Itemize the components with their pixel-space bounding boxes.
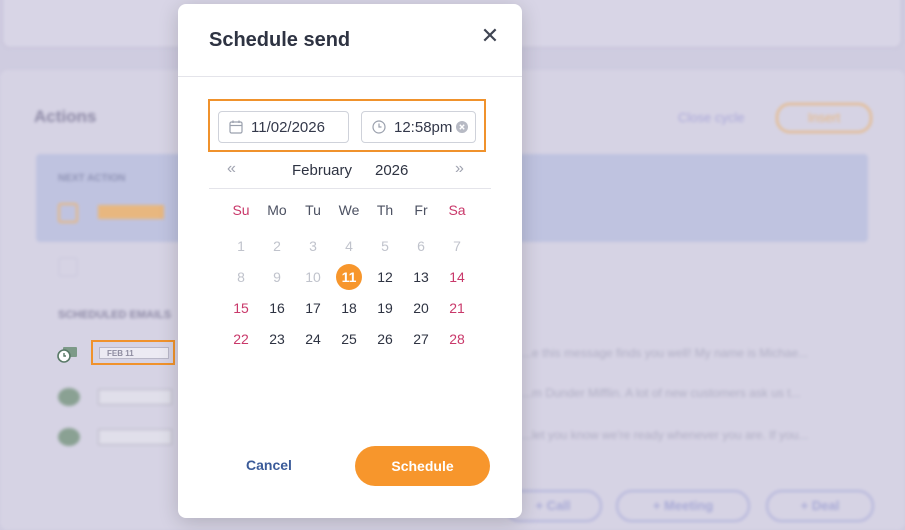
- calendar-day: 5: [381, 238, 389, 254]
- next-month-icon[interactable]: »: [455, 160, 464, 178]
- next-action-checkbox[interactable]: [58, 203, 78, 223]
- add-meeting-button[interactable]: + Meeting: [616, 490, 750, 522]
- calendar-day[interactable]: 18: [336, 295, 362, 321]
- time-value: 12:58pm: [394, 118, 453, 136]
- scheduled-clock-icon: [57, 345, 79, 368]
- clock-icon: [372, 120, 386, 134]
- weekday-label: Fr: [414, 202, 428, 218]
- next-action-label: NEXT ACTION: [58, 173, 126, 184]
- email-snippet[interactable]: ...let you know we're ready whenever you…: [522, 428, 808, 442]
- calendar-day: 10: [305, 269, 321, 285]
- scheduled-email-tag: [98, 389, 172, 405]
- calendar-day: 8: [237, 269, 245, 285]
- calendar-day[interactable]: 12: [372, 264, 398, 290]
- weekday-label: Sa: [448, 202, 466, 218]
- calendar-day[interactable]: 13: [408, 264, 434, 290]
- email-snippet[interactable]: ...e this message finds you well! My nam…: [522, 346, 808, 360]
- email-snippet[interactable]: ...m Dunder Mifflin. A lot of new custom…: [522, 386, 801, 400]
- scheduled-email-icon: [58, 388, 80, 406]
- calendar-day: 9: [273, 269, 281, 285]
- calendar-day: 6: [417, 238, 425, 254]
- time-field[interactable]: 12:58pm: [361, 111, 476, 143]
- calendar-day[interactable]: 24: [300, 326, 326, 352]
- calendar-day[interactable]: 22: [228, 326, 254, 352]
- clear-icon[interactable]: [456, 121, 469, 133]
- dialog-title: Schedule send: [209, 29, 351, 51]
- prev-month-icon[interactable]: «: [227, 160, 236, 178]
- weekday-label: Su: [232, 202, 250, 218]
- tag-label: FEB 11: [99, 347, 169, 359]
- calendar-header: « February 2026 »: [209, 154, 491, 189]
- date-value: 11/02/2026: [251, 118, 325, 136]
- weekday-label: Mo: [267, 202, 287, 218]
- calendar-day: 3: [309, 238, 317, 254]
- action-checkbox[interactable]: [58, 257, 78, 277]
- weekday-label: We: [338, 202, 360, 218]
- calendar-day-selected[interactable]: 11: [336, 264, 362, 290]
- scheduled-email-icon: [58, 428, 80, 446]
- add-deal-button[interactable]: + Deal: [766, 490, 874, 522]
- divider: [178, 76, 522, 77]
- actions-title: Actions: [34, 107, 97, 126]
- calendar-day[interactable]: 14: [444, 264, 470, 290]
- schedule-send-dialog: Schedule send ✕ 11/02/2026 12:58pm « Feb…: [178, 4, 522, 518]
- calendar-day[interactable]: 27: [408, 326, 434, 352]
- calendar-day[interactable]: 28: [444, 326, 470, 352]
- calendar-day[interactable]: 17: [300, 295, 326, 321]
- calendar-day[interactable]: 16: [264, 295, 290, 321]
- calendar-day: 4: [345, 238, 353, 254]
- date-field[interactable]: 11/02/2026: [218, 111, 349, 143]
- next-action-tag: [98, 205, 164, 219]
- calendar-day[interactable]: 21: [444, 295, 470, 321]
- calendar-day[interactable]: 26: [372, 326, 398, 352]
- calendar-day[interactable]: 19: [372, 295, 398, 321]
- calendar-day[interactable]: 20: [408, 295, 434, 321]
- calendar-day[interactable]: 15: [228, 295, 254, 321]
- schedule-button[interactable]: Schedule: [355, 446, 490, 486]
- calendar-year[interactable]: 2026: [375, 162, 408, 179]
- calendar-day[interactable]: 23: [264, 326, 290, 352]
- scheduled-email-tag: [98, 429, 172, 445]
- scheduled-email-tag-highlighted[interactable]: FEB 11: [91, 340, 175, 365]
- calendar-day: 1: [237, 238, 245, 254]
- insert-button[interactable]: Insert: [776, 103, 872, 133]
- close-cycle-link[interactable]: Close cycle: [678, 110, 744, 125]
- calendar-icon: [229, 120, 243, 134]
- calendar-day[interactable]: 25: [336, 326, 362, 352]
- cancel-button[interactable]: Cancel: [246, 457, 292, 473]
- close-icon[interactable]: ✕: [478, 24, 502, 48]
- calendar-month[interactable]: February: [292, 162, 352, 179]
- weekday-label: Th: [376, 202, 394, 218]
- calendar-day: 2: [273, 238, 281, 254]
- calendar-day: 7: [453, 238, 461, 254]
- date-time-group: 11/02/2026 12:58pm: [208, 99, 486, 152]
- weekday-label: Tu: [305, 202, 321, 218]
- scheduled-emails-label: SCHEDULED EMAILS: [58, 309, 172, 321]
